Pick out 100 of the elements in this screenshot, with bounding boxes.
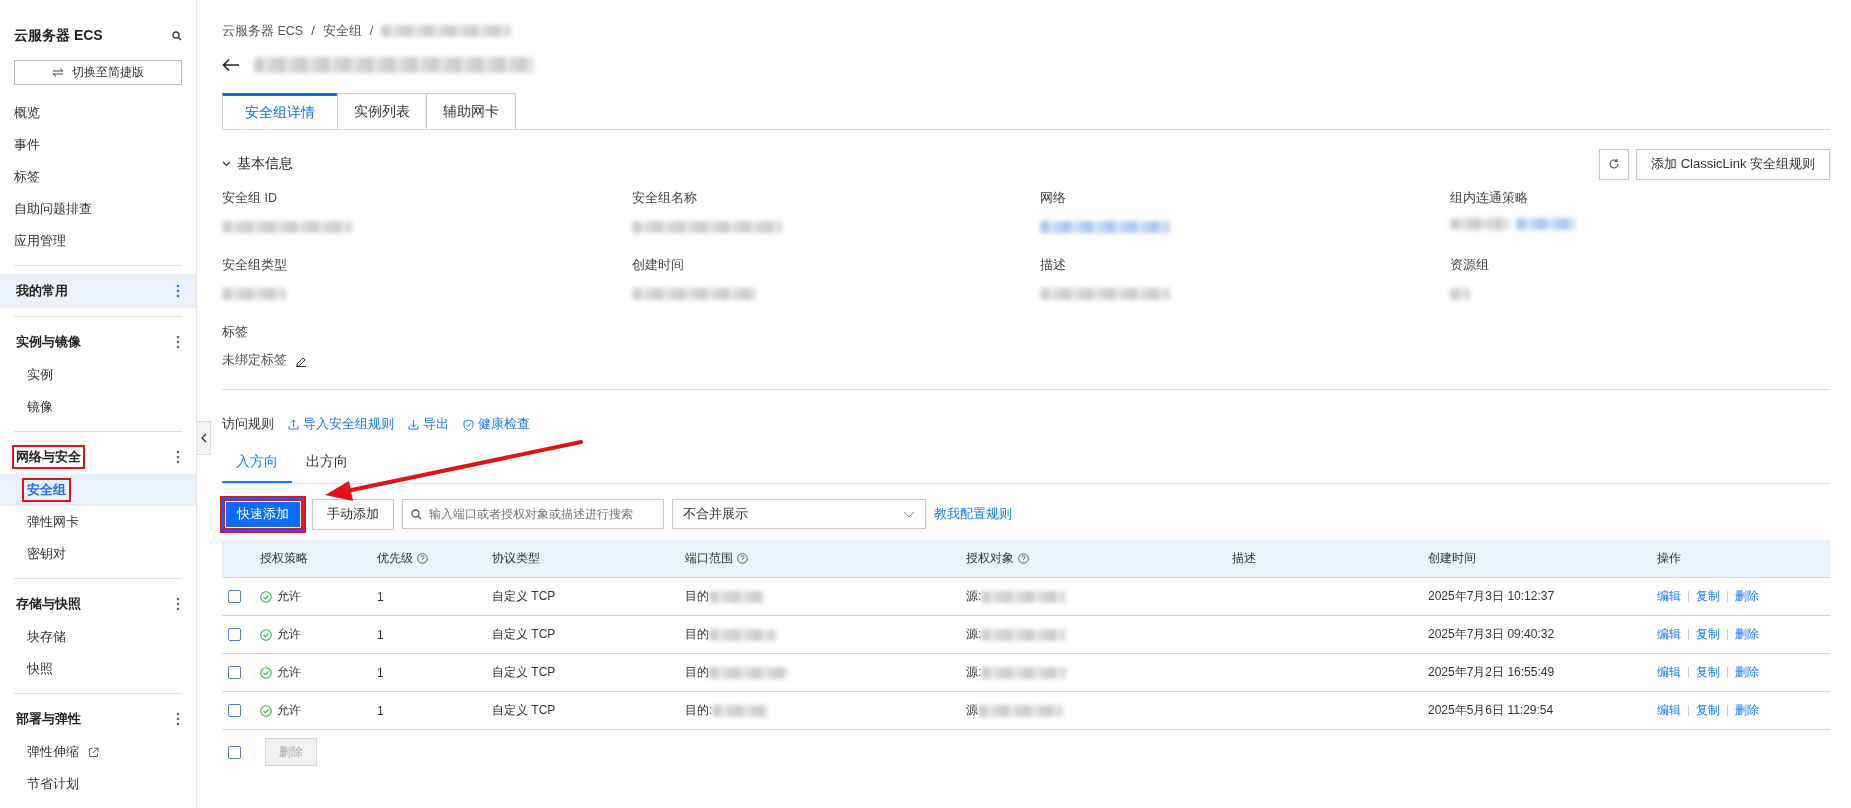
help-icon[interactable] xyxy=(1018,553,1029,564)
nav-item[interactable]: 应用管理 xyxy=(0,225,196,257)
row-action-link[interactable]: 删除 xyxy=(1735,626,1759,643)
chevron-down-icon xyxy=(903,510,915,518)
row-action-link[interactable]: 复制 xyxy=(1696,664,1720,681)
table-cell: 源: xyxy=(966,626,982,643)
table-cell-text: 1 xyxy=(377,665,385,680)
table-cell: 源: xyxy=(966,664,982,681)
import-link[interactable]: 导入安全组规则 xyxy=(288,416,394,433)
redacted-value xyxy=(709,590,764,603)
row-action-link[interactable]: 复制 xyxy=(1696,626,1720,643)
row-action-link[interactable]: 编辑 xyxy=(1657,588,1681,605)
table-cell-text: 1 xyxy=(377,627,385,642)
table-cell-text: 自定义 TCP xyxy=(492,664,557,681)
more-icon[interactable] xyxy=(176,284,180,298)
select-all-checkbox[interactable] xyxy=(228,745,241,759)
nav-item[interactable]: 概览 xyxy=(0,97,196,129)
back-arrow-icon[interactable] xyxy=(222,58,240,72)
row-action-link[interactable]: 删除 xyxy=(1735,588,1759,605)
help-icon[interactable] xyxy=(737,553,748,564)
nav-group-header[interactable]: 存储与快照 xyxy=(0,587,196,621)
shield-check-icon xyxy=(463,418,474,431)
row-action-link[interactable]: 复制 xyxy=(1696,702,1720,719)
field-value: 未绑定标签 xyxy=(222,352,287,369)
table-cell-text: 自定义 TCP xyxy=(492,702,557,719)
nav-item[interactable]: 密钥对 xyxy=(0,538,196,570)
row-action-link[interactable]: 删除 xyxy=(1735,702,1759,719)
direction-tab[interactable]: 出方向 xyxy=(292,443,362,483)
check-circle-icon xyxy=(260,590,272,603)
more-icon[interactable] xyxy=(176,450,180,464)
nav-group-header[interactable]: 我的常用 xyxy=(0,274,196,308)
row-action-link[interactable]: 编辑 xyxy=(1657,626,1681,643)
row-checkbox[interactable] xyxy=(228,628,241,641)
direction-tab[interactable]: 入方向 xyxy=(222,443,292,483)
more-icon[interactable] xyxy=(176,712,180,726)
breadcrumb-separator: / xyxy=(369,24,374,38)
row-action-link[interactable]: 编辑 xyxy=(1657,702,1681,719)
row-checkbox[interactable] xyxy=(228,590,241,603)
nav-item[interactable]: 安全组 xyxy=(0,474,196,506)
row-action-link[interactable]: 复制 xyxy=(1696,588,1720,605)
table-cell: 源: xyxy=(966,588,982,605)
check-circle-icon xyxy=(260,628,272,641)
nav-item[interactable]: 节省计划 xyxy=(0,768,196,800)
tab[interactable]: 辅助网卡 xyxy=(426,93,516,129)
field-label: 创建时间 xyxy=(632,257,685,274)
nav-item[interactable]: 弹性伸缩 xyxy=(0,736,196,768)
field-label: 网络 xyxy=(1040,190,1067,207)
nav-item[interactable]: 自助问题排查 xyxy=(0,193,196,225)
field-label: 安全组名称 xyxy=(632,190,698,207)
column-header: 描述 xyxy=(1232,550,1256,567)
nav-item[interactable]: 块存储 xyxy=(0,621,196,653)
nav-item[interactable]: 标签 xyxy=(0,161,196,193)
search-field[interactable]: 输入端口或者授权对象或描述进行搜索 xyxy=(402,499,664,529)
table-cell: 允许 xyxy=(277,664,301,681)
manual-add-button[interactable]: 手动添加 xyxy=(312,498,394,530)
row-action-link[interactable]: 删除 xyxy=(1735,664,1759,681)
row-checkbox[interactable] xyxy=(228,666,241,679)
tab[interactable]: 安全组详情 xyxy=(222,93,338,129)
swap-arrows-icon xyxy=(52,68,64,77)
table-cell-text: 自定义 TCP xyxy=(492,626,557,643)
nav-group-header[interactable]: 网络与安全 xyxy=(0,440,196,474)
table-cell: 允许 xyxy=(277,626,301,643)
search-icon[interactable] xyxy=(172,31,182,41)
breadcrumb-link[interactable]: 安全组 xyxy=(322,22,362,40)
row-action-link[interactable]: 编辑 xyxy=(1657,664,1681,681)
table-cell: 允许 xyxy=(277,702,301,719)
nav-item[interactable]: 快照 xyxy=(0,653,196,685)
download-icon xyxy=(408,419,419,430)
add-classiclink-button[interactable]: 添加 ClassicLink 安全组规则 xyxy=(1636,148,1830,180)
field-label: 描述 xyxy=(1040,257,1067,274)
table-cell: 目的 xyxy=(685,626,709,643)
breadcrumb-link[interactable]: 云服务器 ECS xyxy=(222,22,304,40)
nav-item[interactable]: 镜像 xyxy=(0,391,196,423)
quick-add-button[interactable]: 快速添加 xyxy=(222,497,304,531)
product-title: 云服务器 ECS xyxy=(14,27,103,45)
column-header: 协议类型 xyxy=(492,550,540,567)
column-header: 授权策略 xyxy=(260,550,308,567)
export-link[interactable]: 导出 xyxy=(408,416,449,433)
refresh-button[interactable] xyxy=(1599,148,1630,180)
section-title: 访问规则 xyxy=(222,416,274,433)
chevron-icon xyxy=(222,161,231,167)
nav-item[interactable]: 事件 xyxy=(0,129,196,161)
field-label: 标签 xyxy=(222,324,249,341)
table-cell: 目的 xyxy=(685,664,709,681)
display-select[interactable]: 不合并展示 xyxy=(672,499,926,529)
help-icon[interactable] xyxy=(417,553,428,564)
section-toggle[interactable]: 基本信息 xyxy=(222,155,293,173)
nav-item[interactable]: 实例 xyxy=(0,359,196,391)
check-circle-icon xyxy=(260,704,272,717)
more-icon[interactable] xyxy=(176,335,180,349)
switch-button[interactable]: 切换至简捷版 xyxy=(14,60,182,85)
nav-group-header[interactable]: 实例与镜像 xyxy=(0,325,196,359)
table-cell: 源 xyxy=(966,702,978,719)
help-link[interactable]: 教我配置规则 xyxy=(934,505,1012,523)
more-icon[interactable] xyxy=(176,597,180,611)
nav-group-header[interactable]: 部署与弹性 xyxy=(0,702,196,736)
nav-item[interactable]: 弹性网卡 xyxy=(0,506,196,538)
health-check-link[interactable]: 健康检查 xyxy=(463,416,530,433)
collapse-handle[interactable] xyxy=(197,421,211,455)
row-checkbox[interactable] xyxy=(228,704,241,717)
